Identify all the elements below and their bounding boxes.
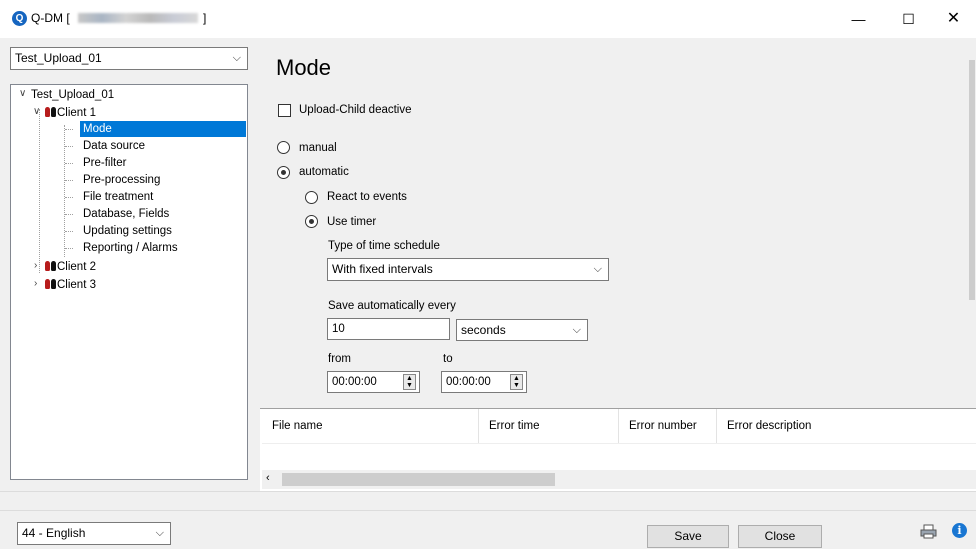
- tree-item-pre-filter[interactable]: Pre-filter: [83, 155, 126, 171]
- client-icon: [44, 107, 57, 118]
- tree-connector: [65, 129, 73, 130]
- collapse-icon[interactable]: ∨: [33, 106, 40, 117]
- close-button[interactable]: Close: [738, 525, 822, 548]
- interval-unit-select[interactable]: seconds ⌵: [456, 319, 588, 341]
- vertical-scrollbar-thumb[interactable]: [969, 60, 975, 300]
- to-time-input[interactable]: 00:00:00 ▲ ▼: [441, 371, 527, 393]
- schedule-type-select[interactable]: With fixed intervals ⌵: [327, 258, 609, 281]
- project-combo-value: Test_Upload_01: [15, 51, 102, 65]
- upload-child-checkbox[interactable]: [278, 104, 291, 117]
- react-to-events-radio[interactable]: [305, 191, 318, 204]
- status-strip: [0, 491, 976, 511]
- maximize-button[interactable]: ☐: [886, 0, 931, 38]
- window-close-button[interactable]: ✕: [931, 0, 976, 38]
- chevron-down-icon: ⌵: [572, 324, 581, 336]
- scroll-left-icon[interactable]: ‹: [266, 472, 270, 484]
- info-icon[interactable]: i: [952, 523, 967, 538]
- spinner-icon[interactable]: ▲ ▼: [510, 374, 523, 390]
- window-title: Q-DM [: [31, 11, 70, 25]
- schedule-type-label: Type of time schedule: [328, 240, 440, 252]
- automatic-label: automatic: [299, 166, 349, 178]
- tree-connector: [64, 125, 65, 257]
- window-title-suffix: ]: [203, 11, 207, 25]
- language-value: 44 - English: [22, 526, 86, 540]
- spinner-icon[interactable]: ▲ ▼: [403, 374, 416, 390]
- tree-client-3[interactable]: Client 3: [57, 277, 96, 293]
- collapse-icon[interactable]: ∨: [19, 88, 26, 99]
- tree-client-2[interactable]: Client 2: [57, 259, 96, 275]
- chevron-down-icon: ⌵: [232, 52, 241, 64]
- to-time-value: 00:00:00: [446, 376, 491, 388]
- save-every-label: Save automatically every: [328, 300, 456, 312]
- react-to-events-label: React to events: [327, 191, 407, 203]
- tree-connector: [39, 109, 40, 273]
- save-button[interactable]: Save: [647, 525, 729, 548]
- column-header-error-number[interactable]: Error number: [619, 409, 717, 443]
- use-timer-label: Use timer: [327, 216, 377, 228]
- upload-child-label: Upload-Child deactive: [299, 104, 412, 116]
- page-title: Mode: [276, 55, 332, 80]
- printer-icon[interactable]: [920, 524, 937, 539]
- automatic-radio[interactable]: [277, 166, 290, 179]
- tree-connector: [65, 146, 73, 147]
- tree-connector: [65, 197, 73, 198]
- project-combo[interactable]: Test_Upload_01 ⌵: [10, 47, 248, 70]
- save-interval-input[interactable]: 10: [327, 318, 450, 340]
- horizontal-scrollbar-thumb[interactable]: [282, 473, 555, 486]
- from-time-value: 00:00:00: [332, 376, 377, 388]
- client-tree[interactable]: ∨ Test_Upload_01 ∨ Client 1 Mode Data so…: [10, 84, 248, 480]
- use-timer-radio[interactable]: [305, 215, 318, 228]
- redacted-connection-name: [78, 13, 198, 23]
- column-header-error-description[interactable]: Error description: [717, 409, 976, 443]
- client-icon: [44, 261, 57, 272]
- chevron-down-icon: ⌵: [593, 263, 602, 275]
- table-row[interactable]: [262, 443, 976, 469]
- expand-icon[interactable]: ›: [34, 278, 37, 289]
- tree-item-data-source[interactable]: Data source: [83, 138, 145, 154]
- tree-connector: [65, 248, 73, 249]
- tree-item-file-treatment[interactable]: File treatment: [83, 189, 153, 205]
- minimize-button[interactable]: —: [836, 0, 881, 38]
- expand-icon[interactable]: ›: [34, 260, 37, 271]
- manual-radio[interactable]: [277, 141, 290, 154]
- column-header-file-name[interactable]: File name: [262, 409, 479, 443]
- tree-connector: [65, 231, 73, 232]
- chevron-down-icon: ⌵: [155, 527, 164, 539]
- column-header-error-time[interactable]: Error time: [479, 409, 619, 443]
- interval-unit-value: seconds: [461, 323, 506, 337]
- to-label: to: [443, 353, 453, 365]
- tree-item-updating-settings[interactable]: Updating settings: [83, 223, 172, 239]
- tree-item-database-fields[interactable]: Database, Fields: [83, 206, 169, 222]
- schedule-type-value: With fixed intervals: [332, 262, 433, 276]
- language-select[interactable]: 44 - English ⌵: [17, 522, 171, 545]
- tree-client-1[interactable]: Client 1: [57, 105, 96, 121]
- tree-root[interactable]: Test_Upload_01: [31, 87, 114, 103]
- tree-connector: [65, 163, 73, 164]
- tree-item-pre-processing[interactable]: Pre-processing: [83, 172, 160, 188]
- client-icon: [44, 279, 57, 290]
- from-time-input[interactable]: 00:00:00 ▲ ▼: [327, 371, 420, 393]
- tree-item-mode[interactable]: Mode: [80, 121, 246, 137]
- manual-label: manual: [299, 142, 337, 154]
- tree-item-reporting-alarms[interactable]: Reporting / Alarms: [83, 240, 178, 256]
- tree-connector: [65, 214, 73, 215]
- app-icon: Q: [12, 11, 27, 26]
- from-label: from: [328, 353, 351, 365]
- tree-connector: [65, 180, 73, 181]
